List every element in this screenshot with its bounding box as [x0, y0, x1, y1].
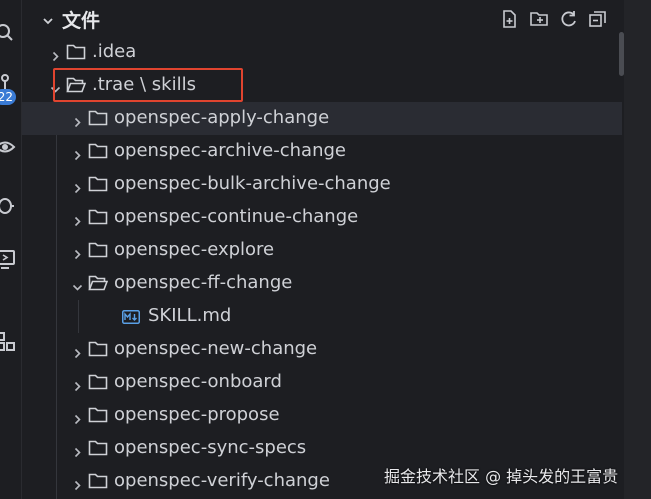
- folder-item[interactable]: openspec-explore: [22, 234, 622, 267]
- folder-label: openspec-verify-change: [114, 470, 330, 491]
- folder-icon: [88, 439, 108, 457]
- collapse-all-icon[interactable]: [588, 9, 608, 29]
- search-icon[interactable]: [0, 22, 16, 44]
- explorer-title: 文件: [62, 10, 101, 32]
- folder-item[interactable]: openspec-sync-specs: [22, 432, 622, 465]
- activity-bar: 22: [0, 0, 22, 499]
- chevron-right-icon[interactable]: [72, 146, 83, 161]
- folder-item[interactable]: openspec-propose: [22, 399, 622, 432]
- chevron-right-icon[interactable]: [72, 377, 83, 392]
- chevron-down-icon[interactable]: [72, 278, 83, 291]
- folder-icon: [88, 175, 108, 193]
- right-gutter: [624, 0, 651, 499]
- chevron-right-icon[interactable]: [50, 47, 61, 62]
- folder-label: openspec-new-change: [114, 338, 318, 359]
- annotation-highlight-box: [53, 68, 243, 102]
- chevron-right-icon[interactable]: [72, 410, 83, 425]
- eye-icon[interactable]: [0, 136, 16, 158]
- folder-item[interactable]: .idea: [22, 36, 622, 69]
- folder-label: openspec-sync-specs: [114, 437, 307, 458]
- explorer-header[interactable]: 文件: [22, 0, 622, 36]
- chevron-down-icon[interactable]: [42, 12, 54, 25]
- folder-label: .idea: [92, 41, 137, 62]
- file-label: SKILL.md: [148, 305, 232, 326]
- folder-item[interactable]: openspec-archive-change: [22, 135, 622, 168]
- chevron-right-icon[interactable]: [72, 212, 83, 227]
- folder-icon: [88, 340, 108, 358]
- folder-icon: [88, 472, 108, 490]
- new-folder-icon[interactable]: [529, 9, 549, 29]
- new-file-icon[interactable]: [500, 9, 520, 29]
- markdown-file-icon: [122, 309, 140, 324]
- folder-item[interactable]: openspec-apply-change: [22, 102, 622, 135]
- extensions-icon[interactable]: [0, 330, 16, 352]
- folder-label: openspec-archive-change: [114, 140, 346, 161]
- folder-icon: [88, 406, 108, 424]
- folder-icon: [88, 208, 108, 226]
- chevron-right-icon[interactable]: [72, 245, 83, 260]
- folder-item[interactable]: openspec-continue-change: [22, 201, 622, 234]
- folder-icon: [66, 43, 86, 61]
- watermark: 掘金技术社区 @ 掉头发的王富贵: [384, 467, 619, 486]
- chevron-right-icon[interactable]: [72, 476, 83, 491]
- folder-label: openspec-apply-change: [114, 107, 330, 128]
- folder-icon: [88, 241, 108, 259]
- folder-icon: [88, 109, 108, 127]
- folder-open-icon: [88, 274, 109, 292]
- folder-icon: [88, 142, 108, 160]
- debug-icon[interactable]: [0, 194, 16, 216]
- file-explorer: 文件 .idea .trae \ skills openspec-apply-cha…: [22, 0, 651, 499]
- folder-item[interactable]: openspec-onboard: [22, 366, 622, 399]
- folder-label: openspec-ff-change: [114, 272, 293, 293]
- folder-label: openspec-continue-change: [114, 206, 359, 227]
- folder-item[interactable]: openspec-ff-change: [22, 267, 622, 300]
- folder-label: openspec-propose: [114, 404, 280, 425]
- chevron-right-icon[interactable]: [72, 113, 83, 128]
- file-item[interactable]: SKILL.md: [22, 300, 622, 333]
- chevron-right-icon[interactable]: [72, 179, 83, 194]
- chevron-right-icon[interactable]: [72, 344, 83, 359]
- folder-item[interactable]: openspec-new-change: [22, 333, 622, 366]
- chevron-right-icon[interactable]: [72, 443, 83, 458]
- folder-label: openspec-explore: [114, 239, 275, 260]
- source-control-badge: 22: [0, 89, 16, 105]
- remote-explorer-icon[interactable]: [0, 248, 16, 270]
- folder-label: openspec-bulk-archive-change: [114, 173, 391, 194]
- folder-label: openspec-onboard: [114, 371, 282, 392]
- folder-item[interactable]: openspec-bulk-archive-change: [22, 168, 622, 201]
- refresh-icon[interactable]: [559, 9, 579, 29]
- folder-icon: [88, 373, 108, 391]
